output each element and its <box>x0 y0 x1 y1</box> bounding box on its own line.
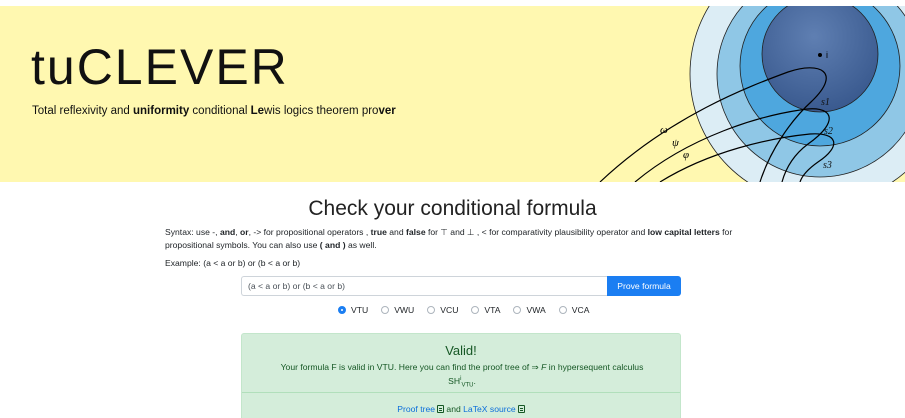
radio-dot-icon <box>338 306 346 314</box>
radio-vta[interactable]: VTA <box>471 305 500 315</box>
svg-text:ω: ω <box>660 124 668 136</box>
radio-dot-icon <box>558 306 567 314</box>
svg-text:s3: s3 <box>823 160 832 171</box>
syntax-help: Syntax: use -, and, or, -> for propositi… <box>165 227 733 250</box>
pdf-icon <box>437 405 445 413</box>
tagline: Total reflexivity and uniformity conditi… <box>32 105 396 117</box>
svg-text:ψ: ψ <box>672 137 679 149</box>
result-title: Valid! <box>445 343 477 358</box>
file-code-icon <box>517 405 525 413</box>
radio-dot-icon <box>471 306 480 314</box>
page-title: Check your conditional formula <box>308 197 597 220</box>
latex-source-link[interactable]: LaTeX source <box>463 404 525 414</box>
radio-vwu[interactable]: VWU <box>381 305 414 315</box>
radio-vtu[interactable]: VTU <box>338 305 368 315</box>
header-banner: tuCLEVER Total reflexivity and uniformit… <box>0 6 905 182</box>
result-links: Proof tree and LaTeX source <box>242 404 680 414</box>
spheres-illustration: i s1 s2 s3 ω ψ φ <box>599 6 905 182</box>
svg-text:i: i <box>826 50 828 60</box>
svg-text:φ: φ <box>683 149 689 161</box>
prove-formula-button[interactable]: Prove formula <box>607 276 681 296</box>
logic-selector: VTU VWU VCU VTA VWA VCA <box>338 304 602 316</box>
radio-dot-icon <box>513 306 522 314</box>
proof-tree-link[interactable]: Proof tree <box>397 404 445 414</box>
svg-text:s1: s1 <box>821 97 830 108</box>
formula-input[interactable] <box>241 276 607 296</box>
radio-vwa[interactable]: VWA <box>513 305 546 315</box>
alert-divider <box>242 392 680 393</box>
example-text: Example: (a < a or b) or (b < a or b) <box>165 258 301 268</box>
radio-dot-icon <box>427 306 436 314</box>
result-alert: Valid! Your formula F is valid in VTU. H… <box>241 333 681 418</box>
radio-vca[interactable]: VCA <box>558 305 589 315</box>
result-message: Your formula F is valid in VTU. Here you… <box>280 362 644 389</box>
radio-vcu[interactable]: VCU <box>427 305 458 315</box>
app-logo[interactable]: tuCLEVER <box>31 42 289 92</box>
radio-dot-icon <box>381 306 390 314</box>
world-point <box>818 53 822 57</box>
formula-form: Prove formula <box>241 276 681 296</box>
